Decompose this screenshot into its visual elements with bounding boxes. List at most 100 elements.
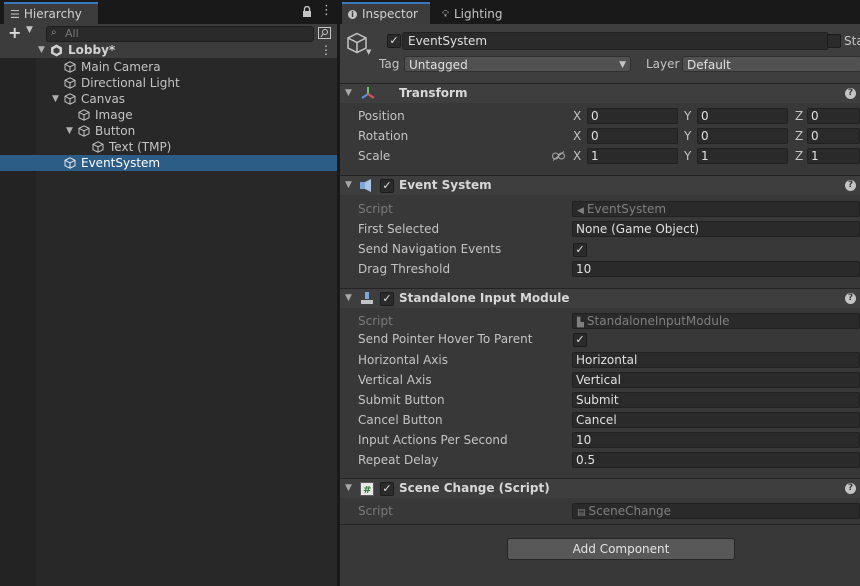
hierarchy-item-text-tmp[interactable]: Text (TMP) (0, 139, 338, 155)
send-navigation-label: Send Navigation Events (358, 242, 502, 256)
hierarchy-item-image[interactable]: Image (0, 107, 338, 123)
foldout-arrow-icon[interactable]: ▼ (345, 84, 352, 103)
scene-change-component-header[interactable]: ▼ # ✓ Scene Change (Script) ? (340, 478, 860, 498)
axis-y-label: Y (684, 149, 692, 163)
script-file-icon: ◀ (577, 206, 584, 216)
scene-name: Lobby* (68, 43, 116, 57)
position-z-field[interactable]: 0 (807, 108, 860, 124)
component-enabled-checkbox[interactable]: ✓ (380, 292, 394, 306)
submit-button-field[interactable]: Submit (572, 392, 860, 408)
tab-hierarchy-label: Hierarchy (23, 7, 82, 21)
rotation-z-field[interactable]: 0 (807, 128, 860, 144)
hierarchy-item-label: Directional Light (81, 76, 180, 90)
tab-lighting[interactable]: 💡︎ Lighting (436, 2, 526, 24)
horizontal-axis-field[interactable]: Horizontal (572, 352, 860, 368)
tag-dropdown[interactable]: Untagged ▼ (404, 56, 631, 72)
scene-row-lobby[interactable]: ▼ Lobby* ⋮ (0, 42, 338, 58)
hierarchy-item-eventsystem[interactable]: EventSystem (0, 155, 338, 171)
cancel-button-field[interactable]: Cancel (572, 412, 860, 428)
rotation-y-field[interactable]: 0 (697, 128, 788, 144)
add-component-button[interactable]: Add Component (507, 538, 735, 560)
create-plus-icon[interactable]: + (8, 24, 21, 42)
script-object-field: ◀ EventSystem (572, 201, 860, 217)
hierarchy-panel: ☰ Hierarchy ⋮ + ▼ ⌕ All ▼ Lobby* ⋮ Main … (0, 0, 338, 586)
scale-y-field[interactable]: 1 (697, 148, 788, 164)
hover-to-parent-checkbox[interactable]: ✓ (573, 333, 587, 347)
gameobject-cube-icon (92, 141, 104, 153)
first-selected-label: First Selected (358, 222, 440, 236)
send-navigation-checkbox[interactable]: ✓ (573, 243, 587, 257)
component-title: Transform (399, 86, 468, 100)
lock-icon[interactable] (302, 6, 312, 18)
standalone-input-component-header[interactable]: ▼ ✓ Standalone Input Module ? (340, 288, 860, 308)
tab-inspector-label: Inspector (362, 7, 418, 21)
layer-value: Default (687, 58, 731, 72)
gameobject-cube-icon (64, 77, 76, 89)
script-label: Script (358, 314, 393, 328)
foldout-arrow-icon[interactable]: ▼ (345, 289, 352, 308)
foldout-arrow-icon[interactable]: ▼ (345, 176, 352, 195)
scene-menu-icon[interactable]: ⋮ (320, 42, 332, 58)
divider (340, 524, 860, 525)
rotation-x-field[interactable]: 0 (587, 128, 678, 144)
component-enabled-checkbox[interactable]: ✓ (380, 179, 394, 193)
constrain-proportions-icon[interactable] (552, 151, 565, 161)
script-name: EventSystem (586, 202, 667, 216)
foldout-arrow-icon[interactable]: ▼ (345, 479, 352, 498)
active-toggle-checkbox[interactable]: ✓ (387, 34, 401, 48)
info-icon: i (348, 9, 357, 19)
unity-scene-icon (51, 44, 62, 57)
repeat-delay-label: Repeat Delay (358, 453, 439, 467)
horizontal-axis-label: Horizontal Axis (358, 353, 448, 367)
transform-axes-icon (361, 87, 375, 99)
tab-hierarchy[interactable]: ☰ Hierarchy (4, 2, 98, 24)
scale-x-field[interactable]: 1 (587, 148, 678, 164)
icon-dropdown-icon[interactable]: ▼ (366, 48, 371, 56)
hierarchy-item-canvas[interactable]: ▼ Canvas (0, 91, 338, 107)
repeat-delay-field[interactable]: 0.5 (572, 452, 860, 468)
layer-label: Layer (646, 57, 680, 71)
component-enabled-checkbox[interactable]: ✓ (380, 482, 394, 496)
inspector-panel: i Inspector 💡︎ Lighting ▼ ✓ EventSystem … (340, 0, 860, 586)
position-x-field[interactable]: 0 (587, 108, 678, 124)
script-object-field: ▙ StandaloneInputModule (572, 313, 860, 329)
hierarchy-item-main-camera[interactable]: Main Camera (0, 59, 338, 75)
tag-value: Untagged (409, 58, 468, 72)
layer-dropdown[interactable]: Default (682, 56, 860, 72)
submit-button-label: Submit Button (358, 393, 445, 407)
axis-z-label: Z (795, 149, 804, 163)
tag-label: Tag (379, 57, 400, 71)
drag-threshold-field[interactable]: 10 (572, 261, 860, 277)
expand-arrow-icon[interactable]: ▼ (38, 42, 45, 58)
scale-z-field[interactable]: 1 (807, 148, 860, 164)
hierarchy-search-input[interactable]: ⌕ All (46, 26, 314, 42)
help-icon[interactable]: ? (845, 293, 856, 304)
input-actions-field[interactable]: 10 (572, 432, 860, 448)
transform-component-header[interactable]: ▼ Transform ? (340, 83, 860, 103)
static-checkbox[interactable] (827, 34, 841, 48)
object-name-input[interactable]: EventSystem (402, 32, 829, 50)
hierarchy-item-directional-light[interactable]: Directional Light (0, 75, 338, 91)
first-selected-field[interactable]: None (Game Object) (572, 221, 860, 237)
axis-x-label: X (573, 149, 582, 163)
tab-inspector[interactable]: i Inspector (342, 2, 430, 24)
cancel-button-label: Cancel Button (358, 413, 443, 427)
help-icon[interactable]: ? (845, 483, 856, 494)
component-title: Standalone Input Module (399, 291, 570, 305)
event-system-component-header[interactable]: ▼ ✓ Event System ? (340, 175, 860, 195)
expand-arrow-icon[interactable]: ▼ (52, 91, 59, 107)
create-dropdown-icon[interactable]: ▼ (26, 25, 33, 35)
scene-visibility-icon[interactable] (318, 27, 331, 39)
more-options-icon[interactable]: ⋮ (320, 3, 333, 18)
static-label: Sta (844, 34, 860, 48)
scale-label: Scale (358, 149, 391, 163)
hierarchy-item-button[interactable]: ▼ Button (0, 123, 338, 139)
help-icon[interactable]: ? (845, 88, 856, 99)
gameobject-cube-icon (78, 125, 90, 137)
expand-arrow-icon[interactable]: ▼ (66, 123, 73, 139)
object-header: ▼ ✓ EventSystem Sta Tag Untagged ▼ Layer… (340, 24, 860, 85)
help-icon[interactable]: ? (845, 180, 856, 191)
gameobject-cube-icon[interactable] (346, 32, 368, 54)
position-y-field[interactable]: 0 (697, 108, 788, 124)
vertical-axis-field[interactable]: Vertical (572, 372, 860, 388)
